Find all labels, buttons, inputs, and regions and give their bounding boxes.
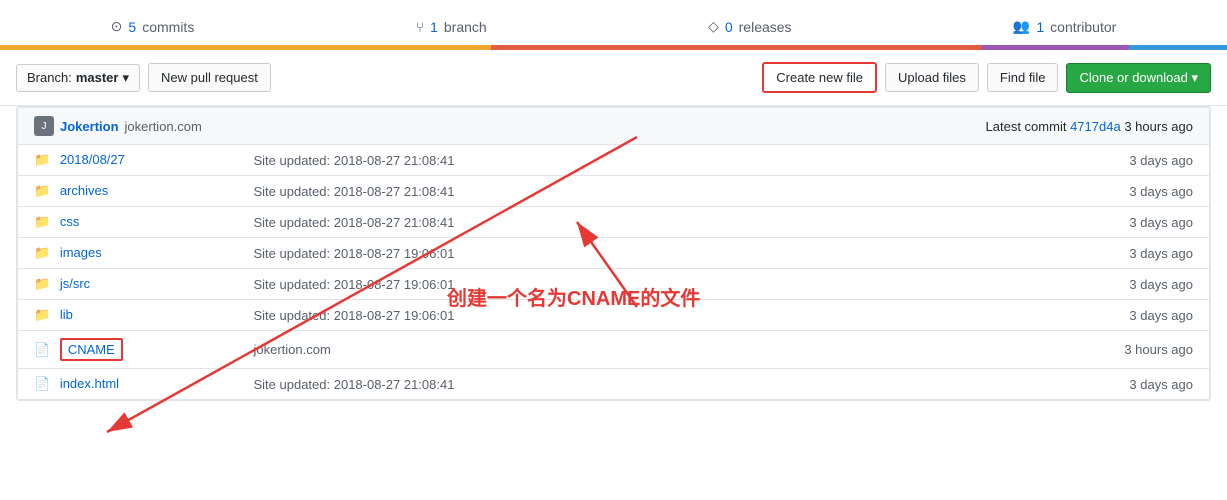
time-cell: 3 days ago [716, 369, 1209, 400]
folder-icon: 📁 [34, 152, 50, 167]
table-row: 📁 lib Site updated: 2018-08-27 19:06:01 … [18, 300, 1210, 331]
time-cell: 3 days ago [716, 176, 1209, 207]
commit-message-cell: Site updated: 2018-08-27 21:08:41 [238, 207, 717, 238]
commit-message-cell: Site updated: 2018-08-27 21:08:41 [238, 145, 717, 176]
latest-commit-prefix: Latest commit [986, 119, 1067, 134]
table-row: 📁 js/src Site updated: 2018-08-27 19:06:… [18, 269, 1210, 300]
time-cell: 3 days ago [716, 300, 1209, 331]
branch-icon: ⑂ [416, 19, 424, 35]
contributors-label: contributor [1050, 19, 1116, 35]
commit-message-cell: Site updated: 2018-08-27 21:08:41 [238, 176, 717, 207]
folder-icon: 📁 [34, 307, 50, 322]
commit-message-cell: Site updated: 2018-08-27 21:08:41 [238, 369, 717, 400]
repo-header-row: J Jokertion jokertion.com Latest commit … [18, 108, 1210, 145]
user-domain: jokertion.com [125, 119, 202, 134]
file-name-cell: 📄 index.html [18, 369, 238, 400]
lang-seg-1 [0, 45, 491, 50]
file-link[interactable]: index.html [60, 376, 119, 391]
branch-selector[interactable]: Branch: master ▾ [16, 64, 140, 92]
releases-count[interactable]: 0 [725, 19, 733, 35]
folder-icon: 📁 [34, 276, 50, 291]
table-row-cname: 📄 CNAME jokertion.com 3 hours ago [18, 331, 1210, 369]
file-table-container: J Jokertion jokertion.com Latest commit … [16, 106, 1211, 401]
upload-files-button[interactable]: Upload files [885, 63, 979, 92]
branch-count[interactable]: 1 [430, 19, 438, 35]
commit-hash-link[interactable]: 4717d4a [1070, 119, 1121, 134]
commits-icon: ⊙ [111, 18, 123, 35]
branch-label: branch [444, 19, 487, 35]
file-name-cell: 📁 images [18, 238, 238, 269]
find-file-button[interactable]: Find file [987, 63, 1059, 92]
stats-bar: ⊙ 5 commits ⑂ 1 branch ◇ 0 releases 👥 1 … [0, 0, 1227, 43]
lang-seg-4 [982, 45, 1129, 50]
file-table: J Jokertion jokertion.com Latest commit … [17, 107, 1210, 400]
file-icon: 📄 [34, 376, 50, 391]
folder-icon: 📁 [34, 245, 50, 260]
time-cell: 3 days ago [716, 269, 1209, 300]
table-row: 📁 archives Site updated: 2018-08-27 21:0… [18, 176, 1210, 207]
table-row: 📁 images Site updated: 2018-08-27 19:06:… [18, 238, 1210, 269]
releases-label: releases [739, 19, 792, 35]
time-cell: 3 days ago [716, 207, 1209, 238]
file-link[interactable]: css [60, 214, 80, 229]
file-name-cell: 📁 lib [18, 300, 238, 331]
folder-icon: 📁 [34, 214, 50, 229]
cname-link[interactable]: CNAME [68, 342, 115, 357]
contributors-stat[interactable]: 👥 1 contributor [997, 10, 1132, 43]
contributors-count[interactable]: 1 [1036, 19, 1044, 35]
lang-seg-3 [736, 45, 981, 50]
releases-icon: ◇ [708, 18, 719, 35]
branch-selector-label: Branch: [27, 70, 72, 85]
avatar: J [34, 116, 54, 136]
contributors-icon: 👥 [1013, 18, 1030, 35]
lang-seg-5 [1129, 45, 1227, 50]
commit-message-cell: Site updated: 2018-08-27 19:06:01 [238, 300, 717, 331]
create-new-file-button[interactable]: Create new file [762, 62, 877, 93]
time-cell: 3 days ago [716, 238, 1209, 269]
commits-count[interactable]: 5 [128, 19, 136, 35]
file-link[interactable]: 2018/08/27 [60, 152, 125, 167]
file-link[interactable]: js/src [60, 276, 90, 291]
commit-time: 3 hours ago [1124, 119, 1193, 134]
table-row: 📁 css Site updated: 2018-08-27 21:08:41 … [18, 207, 1210, 238]
latest-commit-cell: Latest commit 4717d4a 3 hours ago [716, 108, 1209, 145]
username-link[interactable]: Jokertion [60, 119, 119, 134]
file-name-cell: 📁 css [18, 207, 238, 238]
commit-message-cell: Site updated: 2018-08-27 19:06:01 [238, 238, 717, 269]
lang-seg-2 [491, 45, 736, 50]
releases-stat[interactable]: ◇ 0 releases [692, 10, 808, 43]
table-row: 📄 index.html Site updated: 2018-08-27 21… [18, 369, 1210, 400]
folder-icon: 📁 [34, 183, 50, 198]
commits-label: commits [142, 19, 194, 35]
commit-message-cell: Site updated: 2018-08-27 19:06:01 [238, 269, 717, 300]
file-link[interactable]: images [60, 245, 102, 260]
language-bar [0, 45, 1227, 50]
toolbar-right: Create new file Upload files Find file C… [762, 62, 1211, 93]
file-link[interactable]: lib [60, 307, 73, 322]
cname-file-name-cell: 📄 CNAME [18, 331, 238, 369]
branch-selector-name: master [76, 70, 119, 85]
file-name-cell: 📁 2018/08/27 [18, 145, 238, 176]
branch-stat[interactable]: ⑂ 1 branch [400, 11, 503, 43]
file-link[interactable]: archives [60, 183, 108, 198]
file-icon: 📄 [34, 342, 50, 357]
toolbar-left: Branch: master ▾ New pull request [16, 63, 271, 92]
file-name-cell: 📁 archives [18, 176, 238, 207]
commits-stat[interactable]: ⊙ 5 commits [95, 10, 211, 43]
dropdown-icon: ▾ [122, 70, 129, 86]
table-row: 📁 2018/08/27 Site updated: 2018-08-27 21… [18, 145, 1210, 176]
repo-toolbar: Branch: master ▾ New pull request Create… [0, 50, 1227, 106]
file-name-cell: 📁 js/src [18, 269, 238, 300]
clone-or-download-button[interactable]: Clone or download ▾ [1066, 63, 1211, 93]
cname-commit-message-cell: jokertion.com [238, 331, 717, 369]
cname-highlight: CNAME [60, 338, 123, 361]
cname-time-cell: 3 hours ago [716, 331, 1209, 369]
time-cell: 3 days ago [716, 145, 1209, 176]
new-pull-request-button[interactable]: New pull request [148, 63, 271, 92]
